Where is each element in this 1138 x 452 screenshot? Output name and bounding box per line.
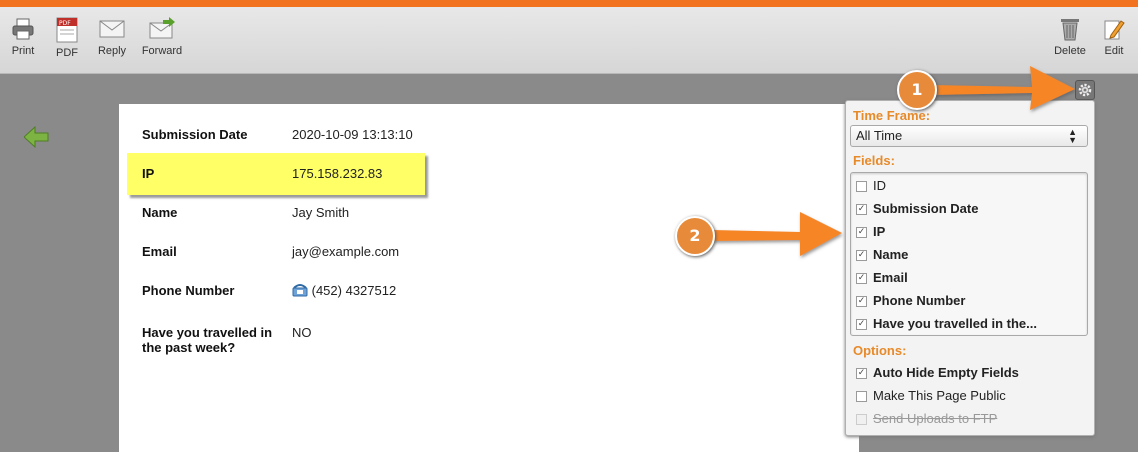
annotation-badge-2: 2	[675, 216, 715, 256]
arrow-2	[712, 212, 842, 256]
arrow-1	[930, 66, 1075, 110]
annotation-badge-1: 1	[897, 70, 937, 110]
annotation-arrows	[712, 66, 1075, 256]
